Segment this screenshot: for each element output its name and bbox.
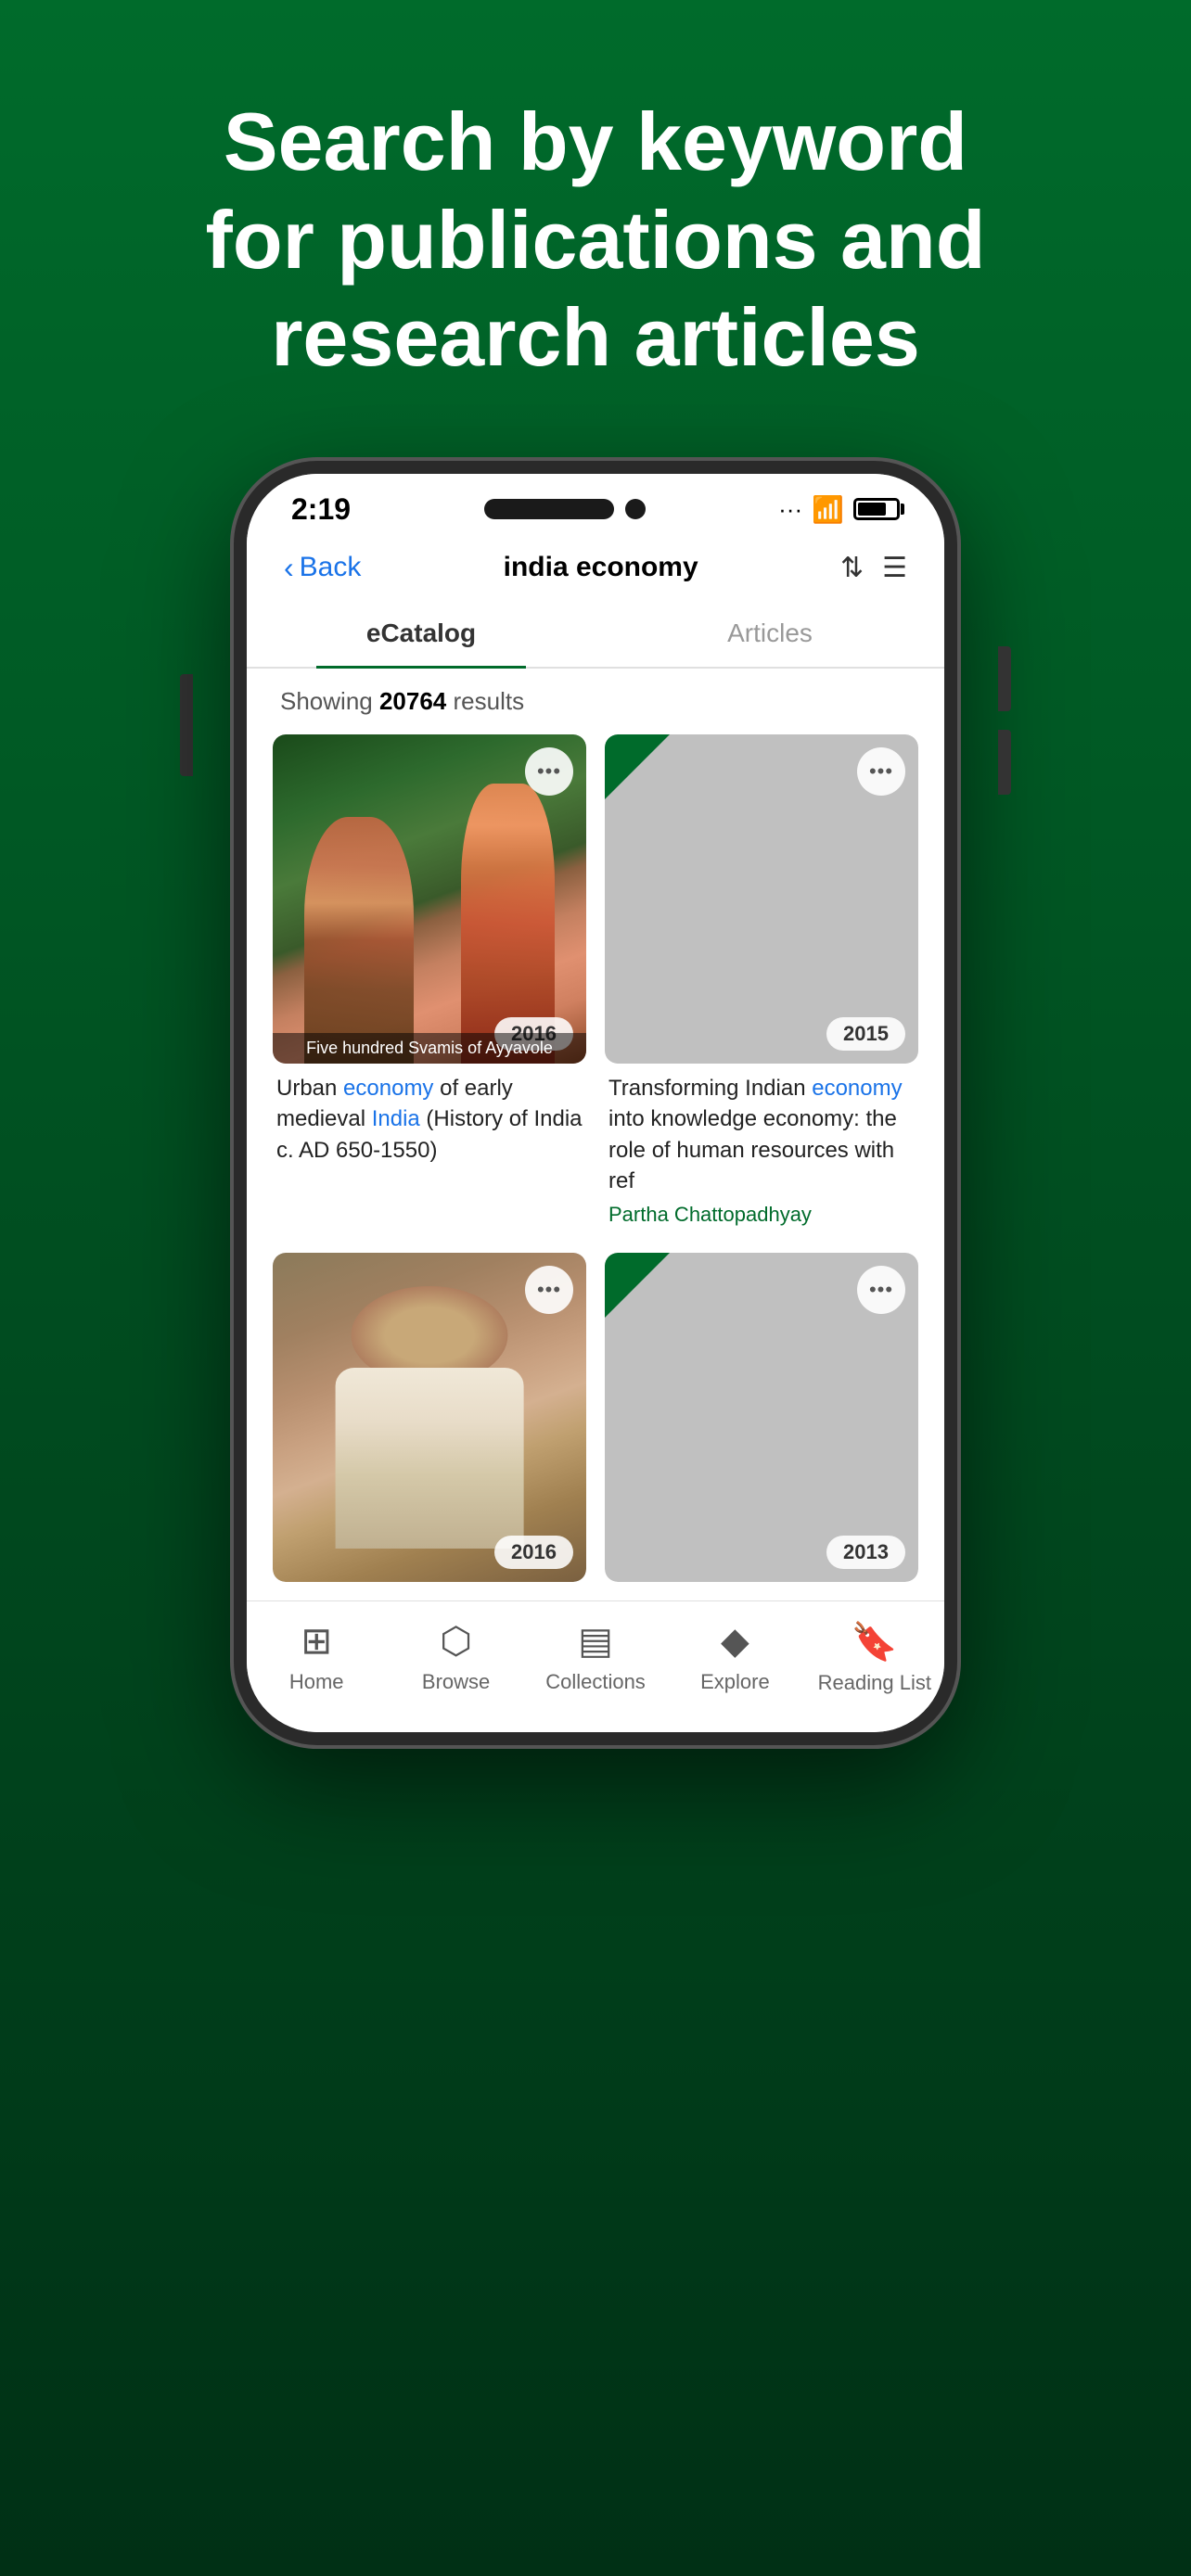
results-count: 20764 (379, 687, 446, 715)
card-1-title: Urban economy of early medieval India (H… (273, 1064, 586, 1170)
collections-label: Collections (545, 1670, 646, 1694)
sort-icon[interactable]: ⇅ (840, 552, 864, 584)
search-query-title: india economy (361, 552, 840, 583)
notch (484, 499, 646, 519)
card-4-year: 2013 (826, 1536, 905, 1569)
card-1-menu-button[interactable]: ••• (525, 747, 573, 796)
status-icons: ··· 📶 (778, 494, 900, 525)
green-corner-icon (605, 734, 670, 799)
card-1-caption: Five hundred Svamis of Ayyavole (273, 1033, 586, 1064)
card-4-menu-button[interactable]: ••• (857, 1266, 905, 1314)
green-corner-2-icon (605, 1253, 670, 1318)
filter-icon[interactable]: ☰ (882, 552, 907, 584)
results-header: Showing 20764 results (247, 669, 944, 734)
result-card-4[interactable]: ••• 2013 (605, 1253, 918, 1582)
nav-actions: ⇅ ☰ (840, 552, 907, 584)
bottom-nav: ⊞ Home ⬡ Browse ▤ Collections ◆ Explore … (247, 1600, 944, 1732)
back-label[interactable]: Back (300, 552, 362, 583)
battery-fill (858, 503, 886, 516)
browse-label: Browse (422, 1670, 490, 1694)
browse-icon: ⬡ (440, 1620, 472, 1663)
back-chevron-icon: ‹ (284, 551, 294, 585)
card-1-image: ••• 2016 Five hundred Svamis of Ayyavole (273, 734, 586, 1064)
explore-label: Explore (700, 1670, 770, 1694)
collections-icon: ▤ (578, 1620, 613, 1663)
tabs-bar: eCatalog Articles (247, 600, 944, 669)
card-3-image: ••• 2016 (273, 1253, 586, 1582)
volume-down-button[interactable] (998, 730, 1011, 795)
card-2-image: ••• 2015 (605, 734, 918, 1064)
bottom-nav-browse[interactable]: ⬡ Browse (386, 1620, 525, 1695)
card-2-year: 2015 (826, 1017, 905, 1051)
card-2-title: Transforming Indian economy into knowled… (605, 1064, 918, 1201)
bottom-nav-home[interactable]: ⊞ Home (247, 1620, 386, 1695)
results-prefix: Showing (280, 687, 379, 715)
result-card-2[interactable]: ••• 2015 Transforming Indian economy int… (605, 734, 918, 1234)
battery-icon (853, 498, 900, 520)
phone-frame: 2:19 ··· 📶 ‹ Back india economy ⇅ (234, 461, 957, 1745)
card-2-menu-button[interactable]: ••• (857, 747, 905, 796)
power-button[interactable] (180, 674, 193, 776)
bottom-nav-reading-list[interactable]: 🔖 Reading List (805, 1620, 944, 1695)
back-button[interactable]: ‹ Back (284, 551, 361, 585)
home-icon: ⊞ (301, 1620, 332, 1663)
status-bar: 2:19 ··· 📶 (247, 474, 944, 536)
card-3-year: 2016 (494, 1536, 573, 1569)
notch-dot (625, 499, 646, 519)
results-grid: ••• 2016 Five hundred Svamis of Ayyavole… (247, 734, 944, 1600)
notch-pill (484, 499, 614, 519)
results-suffix: results (446, 687, 524, 715)
bottom-nav-collections[interactable]: ▤ Collections (526, 1620, 665, 1695)
reading-list-icon: 🔖 (852, 1620, 898, 1664)
hero-text: Search by keyword for publications and r… (85, 0, 1106, 461)
card-4-image: ••• 2013 (605, 1253, 918, 1582)
tab-articles[interactable]: Articles (596, 600, 944, 667)
phone-wrapper: 2:19 ··· 📶 ‹ Back india economy ⇅ (197, 461, 994, 2576)
home-label: Home (289, 1670, 344, 1694)
card-3-menu-button[interactable]: ••• (525, 1266, 573, 1314)
reading-list-label: Reading List (818, 1671, 931, 1695)
volume-up-button[interactable] (998, 646, 1011, 711)
wifi-icon: 📶 (812, 494, 844, 525)
result-card-3[interactable]: ••• 2016 (273, 1253, 586, 1582)
status-time: 2:19 (291, 492, 351, 527)
card-2-author: Partha Chattopadhyay (605, 1201, 918, 1234)
explore-icon: ◆ (721, 1620, 749, 1663)
bottom-nav-explore[interactable]: ◆ Explore (665, 1620, 804, 1695)
nav-bar: ‹ Back india economy ⇅ ☰ (247, 536, 944, 600)
tab-ecatalog[interactable]: eCatalog (247, 600, 596, 667)
signal-icon: ··· (778, 495, 802, 524)
result-card-1[interactable]: ••• 2016 Five hundred Svamis of Ayyavole… (273, 734, 586, 1234)
